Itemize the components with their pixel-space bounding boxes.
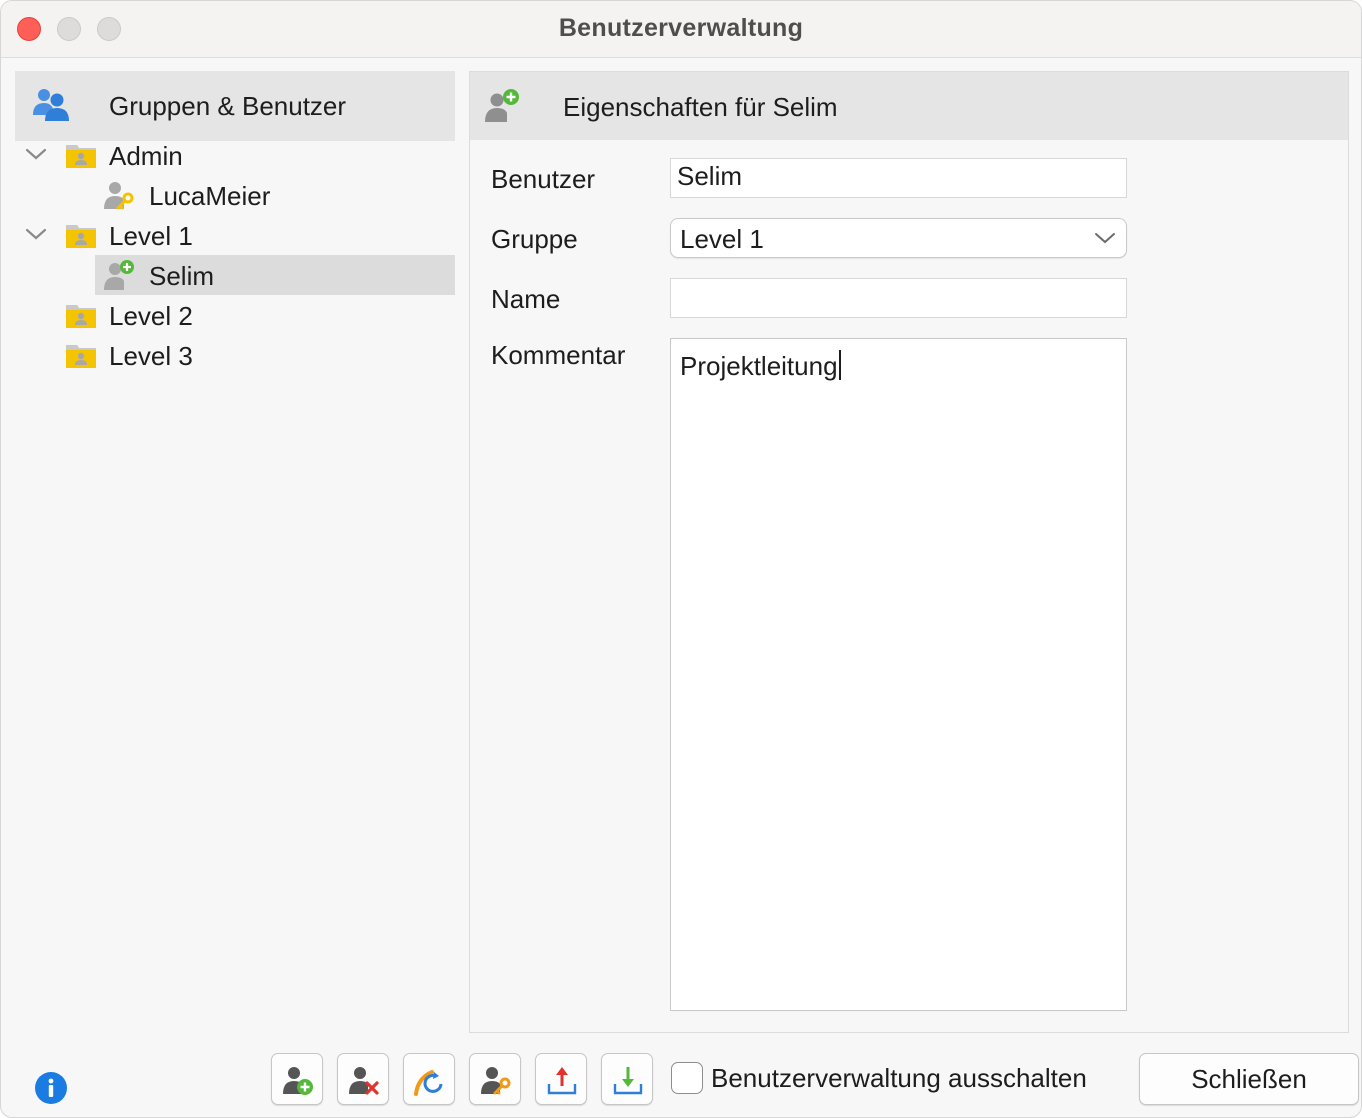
group-label: Gruppe (491, 224, 578, 254)
user-label: Benutzer (491, 164, 596, 194)
add-user-button[interactable] (271, 1053, 323, 1105)
user-password-button[interactable] (469, 1053, 521, 1105)
properties-header: Eigenschaften für Selim (470, 72, 1348, 140)
tree-label: Level 2 (109, 301, 193, 331)
chevron-down-icon[interactable] (23, 221, 49, 247)
name-field[interactable] (670, 278, 1127, 318)
export-icon (547, 1067, 577, 1095)
tree-label: Admin (109, 141, 183, 171)
refresh-user-icon (414, 1070, 443, 1096)
export-button[interactable] (535, 1053, 587, 1105)
groups-users-header: Gruppen & Benutzer (15, 71, 455, 141)
name-label: Name (491, 284, 561, 314)
user-field-value: Selim (677, 161, 743, 191)
tree-group-level-3[interactable]: Level 3 (15, 335, 455, 375)
groups-users-title: Gruppen & Benutzer (109, 91, 347, 121)
titlebar: Benutzerverwaltung (1, 1, 1361, 58)
close-button[interactable]: Schließen (1139, 1053, 1359, 1105)
comment-label: Kommentar (491, 340, 626, 370)
group-select[interactable]: Level 1 (670, 218, 1127, 258)
tree-user-selim[interactable]: Selim (95, 255, 455, 295)
disable-user-management-option[interactable]: Benutzerverwaltung ausschalten (671, 1061, 1091, 1097)
disable-user-management-label: Benutzerverwaltung ausschalten (711, 1063, 1087, 1093)
tree-label: Level 1 (109, 221, 193, 251)
tree-group-level-1[interactable]: Level 1 (15, 215, 455, 255)
user-add-icon (104, 260, 134, 290)
folder-group-icon (66, 225, 96, 248)
add-user-icon (283, 1067, 313, 1095)
tree-group-admin[interactable]: Admin (15, 135, 455, 175)
user-field[interactable]: Selim (670, 158, 1127, 198)
delete-user-button[interactable] (337, 1053, 389, 1105)
properties-title: Eigenschaften für Selim (563, 92, 838, 122)
folder-group-icon (66, 345, 96, 368)
user-add-icon (485, 89, 519, 122)
folder-group-icon (66, 305, 96, 328)
user-management-window: Benutzerverwaltung Gruppen & Benutzer Ad… (0, 0, 1362, 1118)
user-key-icon (104, 182, 134, 210)
groups-users-panel: Gruppen & Benutzer Admin LucaMeier Level… (15, 71, 455, 1031)
group-select-value: Level 1 (680, 224, 764, 254)
comment-text: Projektleitung (680, 351, 838, 381)
info-icon[interactable] (35, 1072, 67, 1104)
tree-label: LucaMeier (149, 181, 271, 211)
tree-label: Selim (149, 261, 215, 291)
text-caret (838, 350, 841, 380)
window-title: Benutzerverwaltung (558, 14, 804, 42)
import-icon (613, 1067, 643, 1095)
folder-group-icon (66, 145, 96, 168)
user-password-icon (481, 1067, 511, 1095)
users-group-icon (33, 89, 69, 121)
delete-user-icon (349, 1067, 379, 1095)
comment-textarea[interactable]: Projektleitung (670, 338, 1127, 1011)
disable-user-management-checkbox[interactable] (671, 1062, 703, 1094)
chevron-down-icon[interactable] (23, 141, 49, 167)
properties-panel: Eigenschaften für Selim Benutzer Selim G… (469, 71, 1349, 1033)
tree-group-level-2[interactable]: Level 2 (15, 295, 455, 335)
tree-user-lucameier[interactable]: LucaMeier (95, 175, 455, 215)
chevron-down-icon (1095, 233, 1115, 244)
tree-label: Level 3 (109, 341, 193, 371)
refresh-user-button[interactable] (403, 1053, 455, 1105)
import-button[interactable] (601, 1053, 653, 1105)
